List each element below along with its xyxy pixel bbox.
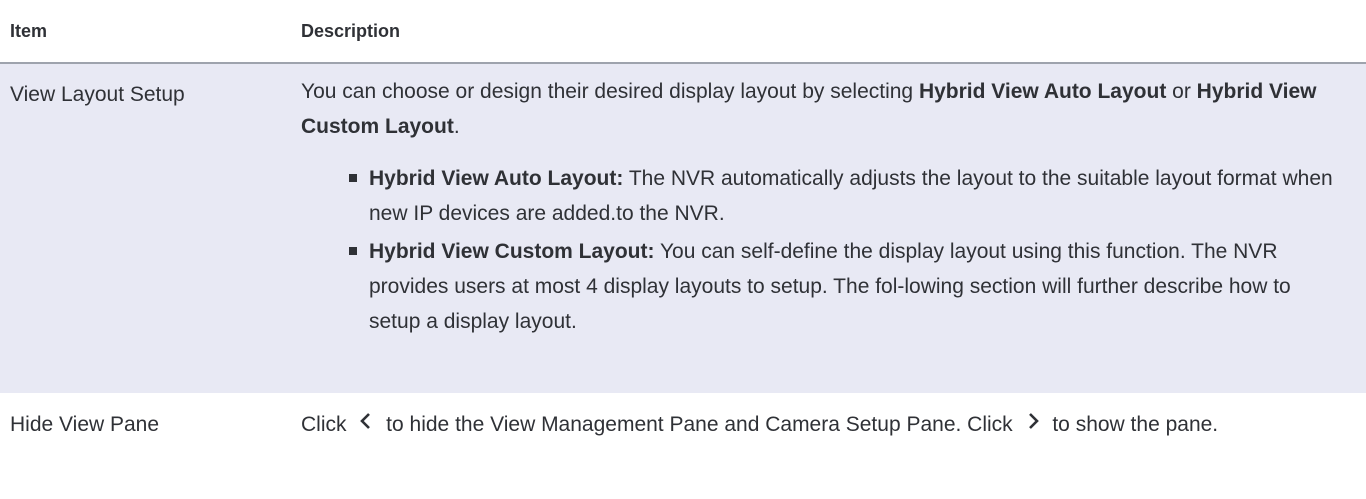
chevron-right-icon xyxy=(1019,406,1047,441)
row-item-label: Hide View Pane xyxy=(10,413,160,436)
table-header-row: Item Description xyxy=(0,0,1366,64)
chevron-left-icon xyxy=(352,406,380,441)
item-description-table: Item Description View Layout Setup You c… xyxy=(0,0,1366,499)
table-row: View Layout Setup You can choose or desi… xyxy=(0,64,1366,393)
bullet-title: Hybrid View Auto Layout: xyxy=(369,167,624,190)
header-description: Description xyxy=(301,20,401,41)
square-bullet-icon xyxy=(349,174,357,182)
emphasis-auto-layout: Hybrid View Auto Layout xyxy=(918,80,1167,103)
row-description: Click to hide the View Management Pane a… xyxy=(301,407,1366,443)
row-item-label: View Layout Setup xyxy=(10,83,185,106)
table-row: Hide View Pane Click to hide the View Ma… xyxy=(0,393,1366,443)
bullet-title: Hybrid View Custom Layout: xyxy=(369,240,655,263)
list-item: Hybrid View Auto Layout: The NVR automat… xyxy=(349,161,1346,231)
square-bullet-icon xyxy=(349,247,357,255)
bullet-list: Hybrid View Auto Layout: The NVR automat… xyxy=(301,161,1346,339)
row-description-intro: You can choose or design their desired d… xyxy=(301,80,1317,138)
header-item: Item xyxy=(10,20,48,41)
row-description: You can choose or design their desired d… xyxy=(301,74,1366,393)
list-item: Hybrid View Custom Layout: You can self-… xyxy=(349,234,1346,339)
